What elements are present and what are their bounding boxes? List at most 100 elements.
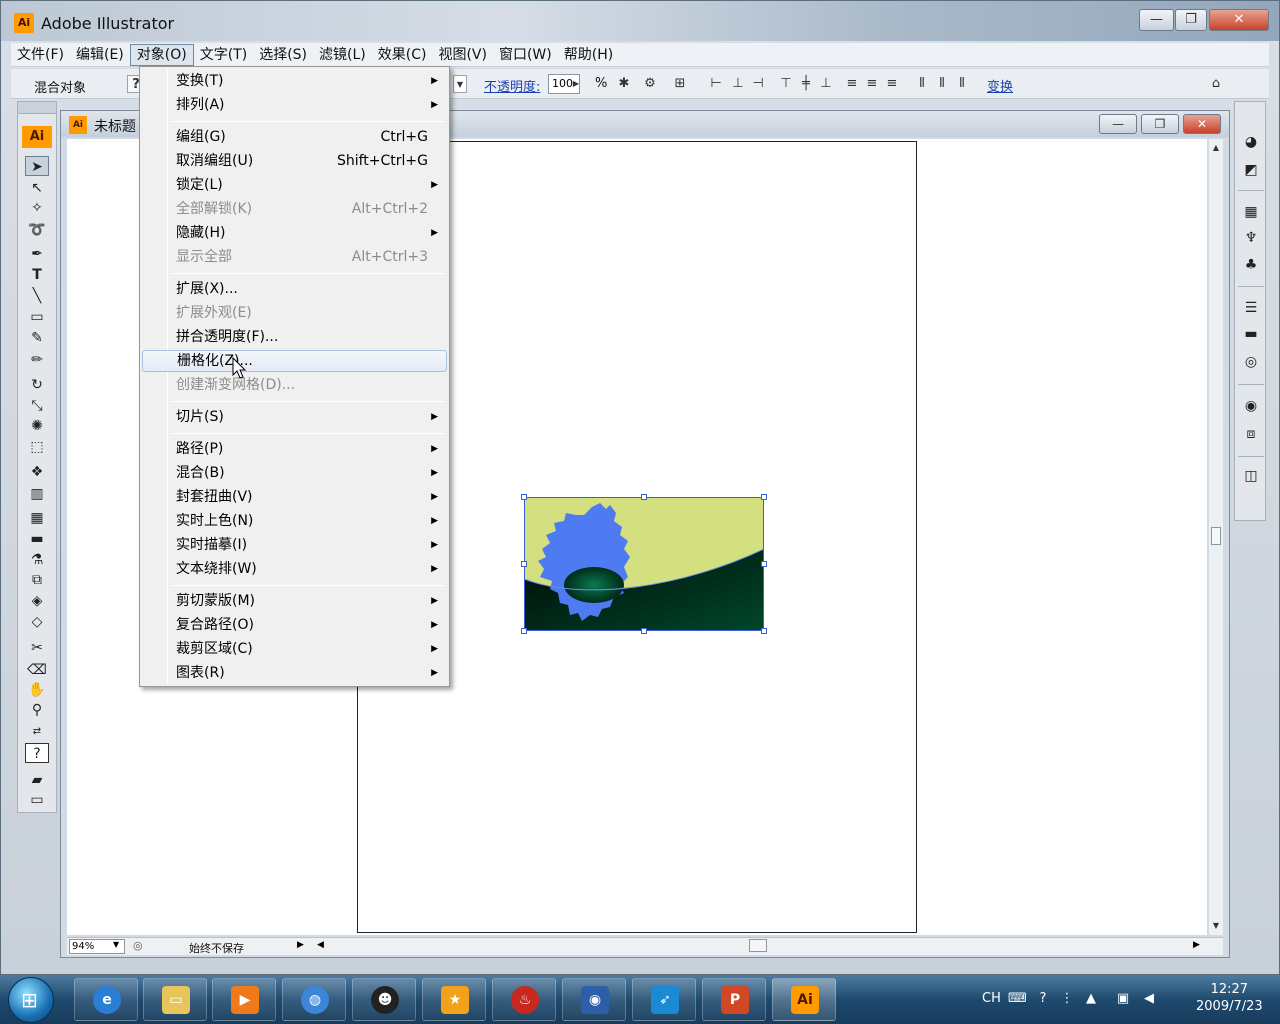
taskbar-app-eye[interactable]: ◉ — [562, 978, 626, 1021]
magic-wand-tool-icon[interactable]: ✧ — [25, 198, 49, 218]
color-panel-icon[interactable]: ◕ — [1240, 132, 1262, 152]
menu-item-envelope-distort[interactable]: 封套扭曲(V) ▶ — [142, 486, 447, 508]
swap-fill-stroke-icon[interactable]: ⇄ — [25, 722, 49, 742]
taskbar-qq[interactable]: ☻ — [352, 978, 416, 1021]
live-paint-bucket-tool-icon[interactable]: ◈ — [25, 591, 49, 611]
menu-item-group[interactable]: 编组(G) Ctrl+G — [142, 126, 447, 148]
free-transform-tool-icon[interactable]: ⬚ — [25, 437, 49, 457]
menu-window[interactable]: 窗口(W) — [493, 44, 558, 66]
type-tool-icon[interactable]: T — [25, 265, 49, 285]
menu-edit[interactable]: 编辑(E) — [70, 44, 130, 66]
title-bar[interactable]: Ai Adobe Illustrator — ❐ ✕ — [1, 1, 1279, 41]
resize-handle[interactable] — [761, 628, 767, 634]
symbols-panel-icon[interactable]: ♣ — [1240, 255, 1262, 275]
system-clock[interactable]: 12:27 2009/7/23 — [1196, 981, 1263, 1015]
live-paint-selection-tool-icon[interactable]: ◇ — [25, 612, 49, 632]
zoom-tool-icon[interactable]: ⚲ — [25, 700, 49, 720]
volume-icon[interactable]: ◀ — [1140, 990, 1158, 1008]
menu-item-ungroup[interactable]: 取消编组(U) Shift+Ctrl+G — [142, 150, 447, 172]
rectangle-tool-icon[interactable]: ▭ — [25, 307, 49, 327]
resize-handle[interactable] — [641, 628, 647, 634]
resize-handle[interactable] — [761, 494, 767, 500]
menu-effect[interactable]: 效果(C) — [372, 44, 433, 66]
ime-options-icon[interactable]: ⋮ — [1058, 990, 1076, 1008]
align-top-icon[interactable]: ⊤ — [777, 75, 795, 93]
stroke-panel-icon[interactable]: ☰ — [1240, 298, 1262, 318]
eyedropper-tool-icon[interactable]: ⚗ — [25, 550, 49, 570]
menu-item-text-wrap[interactable]: 文本绕排(W) ▶ — [142, 558, 447, 580]
menu-item-flatten-transparency[interactable]: 拼合透明度(F)... — [142, 326, 447, 348]
menu-item-rasterize[interactable]: 栅格化(Z)... — [142, 350, 447, 372]
taskbar-ie[interactable]: e — [74, 978, 138, 1021]
distribute-hcenter-icon[interactable]: ⫴ — [933, 75, 951, 93]
resize-handle[interactable] — [641, 494, 647, 500]
menu-help[interactable]: 帮助(H) — [558, 44, 619, 66]
taskbar-app-star[interactable]: ★ — [422, 978, 486, 1021]
menu-item-path[interactable]: 路径(P) ▶ — [142, 438, 447, 460]
bridge-icon[interactable]: ⌂ — [1207, 75, 1225, 93]
taskbar-explorer[interactable]: ▭ — [143, 978, 207, 1021]
menu-filter[interactable]: 滤镜(L) — [313, 44, 372, 66]
doc-minimize-button[interactable]: — — [1099, 114, 1137, 134]
opacity-arrow-icon[interactable]: ▶ — [571, 75, 581, 93]
menu-item-compound-path[interactable]: 复合路径(O) ▶ — [142, 614, 447, 636]
resize-handle[interactable] — [761, 561, 767, 567]
distribute-vcenter-icon[interactable]: ≡ — [863, 75, 881, 93]
hscroll-left-icon[interactable]: ◀ — [317, 940, 324, 950]
resize-handle[interactable] — [521, 561, 527, 567]
menu-item-graph[interactable]: 图表(R) ▶ — [142, 662, 447, 684]
menu-item-live-trace[interactable]: 实时描摹(I) ▶ — [142, 534, 447, 556]
menu-item-blend[interactable]: 混合(B) ▶ — [142, 462, 447, 484]
fill-stroke-icon[interactable]: ? — [25, 743, 49, 763]
resize-handle[interactable] — [521, 628, 527, 634]
taskbar-browser[interactable]: ◍ — [282, 978, 346, 1021]
doc-maximize-button[interactable]: ❐ — [1141, 114, 1179, 134]
pen-tool-icon[interactable]: ✒ — [25, 244, 49, 264]
settings-icon[interactable]: ⚙ — [641, 75, 659, 93]
menu-item-hide[interactable]: 隐藏(H) ▶ — [142, 222, 447, 244]
selection-tool-icon[interactable]: ➤ — [25, 156, 49, 176]
lasso-tool-icon[interactable]: ➰ — [25, 220, 49, 240]
gradient-panel-icon[interactable]: ▬ — [1240, 324, 1262, 344]
menu-item-live-paint[interactable]: 实时上色(N) ▶ — [142, 510, 447, 532]
scroll-thumb[interactable] — [1211, 527, 1221, 545]
scroll-down-icon[interactable]: ▼ — [1209, 921, 1223, 930]
dropdown-arrow-icon[interactable]: ▼ — [453, 75, 467, 93]
hscroll-thumb[interactable] — [749, 939, 767, 952]
align-vcenter-icon[interactable]: ╪ — [797, 75, 815, 93]
mesh-tool-icon[interactable]: ▦ — [25, 508, 49, 528]
taskbar-app-flame[interactable]: ♨ — [492, 978, 556, 1021]
transparency-panel-icon[interactable]: ◎ — [1240, 352, 1262, 372]
color-mode-icon[interactable]: ▰ — [25, 770, 49, 790]
zoom-dropdown-icon[interactable]: ▼ — [113, 940, 119, 949]
taskbar-app-bird[interactable]: ➶ — [632, 978, 696, 1021]
eraser-tool-icon[interactable]: ⌫ — [25, 660, 49, 680]
menu-item-crop-area[interactable]: 裁剪区域(C) ▶ — [142, 638, 447, 660]
menu-item-slice[interactable]: 切片(S) ▶ — [142, 406, 447, 428]
hscroll-right-icon[interactable]: ▶ — [1193, 940, 1200, 950]
color-guide-icon[interactable]: ◩ — [1240, 160, 1262, 180]
hand-tool-icon[interactable]: ✋ — [25, 680, 49, 700]
align-left-icon[interactable]: ⊢ — [707, 75, 725, 93]
menu-view[interactable]: 视图(V) — [432, 44, 493, 66]
align-bottom-icon[interactable]: ⊥ — [817, 75, 835, 93]
blend-tool-icon[interactable]: ⧉ — [25, 570, 49, 590]
rotate-tool-icon[interactable]: ↻ — [25, 375, 49, 395]
distribute-right-icon[interactable]: ⫴ — [953, 75, 971, 93]
menu-item-arrange[interactable]: 排列(A) ▶ — [142, 94, 447, 116]
help-tray-icon[interactable]: ? — [1034, 990, 1052, 1008]
screen-mode-icon[interactable]: ▭ — [25, 790, 49, 810]
gradient-tool-icon[interactable]: ▬ — [25, 529, 49, 549]
symbol-sprayer-tool-icon[interactable]: ❖ — [25, 462, 49, 482]
align-hcenter-icon[interactable]: ⊥ — [729, 75, 747, 93]
network-icon[interactable]: ▣ — [1114, 990, 1132, 1008]
column-graph-tool-icon[interactable]: ▥ — [25, 484, 49, 504]
taskbar-media-player[interactable]: ▶ — [212, 978, 276, 1021]
vertical-scrollbar[interactable]: ▲ ▼ — [1209, 139, 1223, 935]
layers-panel-icon[interactable]: ◫ — [1240, 466, 1262, 486]
status-menu-arrow-icon[interactable]: ▶ — [297, 940, 304, 950]
language-indicator[interactable]: CH — [982, 991, 1001, 1006]
start-button[interactable]: ⊞ — [8, 977, 54, 1023]
maximize-button[interactable]: ❐ — [1175, 9, 1207, 31]
line-tool-icon[interactable]: ╲ — [25, 286, 49, 306]
